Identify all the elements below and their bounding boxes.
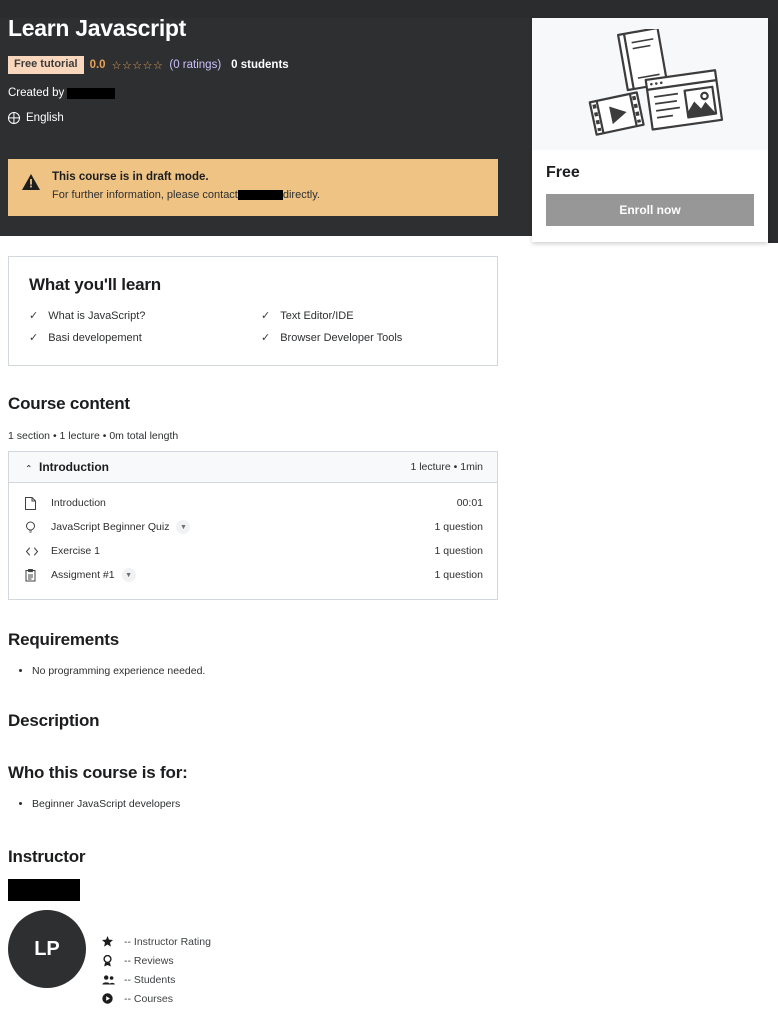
instructor-stats: -- Instructor Rating -- Reviews -- Stude… [102,910,211,1008]
lecture-title: Introduction [51,497,106,509]
lecture-title: JavaScript Beginner Quiz [51,521,170,533]
course-price: Free [546,164,580,181]
course-content-heading: Course content [8,394,130,413]
lecture-question-count: 1 question [434,521,483,533]
language-label: English [26,112,64,124]
lecture-title-wrap: JavaScript Beginner Quiz ▼ [51,520,191,534]
who-this-course-is-for-list: Beginner JavaScript developers [8,795,498,813]
enroll-now-button[interactable]: Enroll now [546,194,754,226]
star-rating-icon: ☆☆☆☆☆ [111,59,164,72]
draft-message-before: For further information, please contact [52,189,238,201]
instructor-stat-reviews: -- Reviews [102,951,211,970]
instructor-stat-students: -- Students [102,970,211,989]
chevron-down-icon[interactable]: ▼ [121,568,136,582]
draft-banner-texts: This course is in draft mode. For furthe… [52,171,320,201]
curriculum-accordion: ⌄ Introduction 1 lecture • 1min Introduc… [8,451,498,600]
course-content-summary: 1 section • 1 lecture • 0m total length [8,430,179,442]
instructor-profile: LP -- Instructor Rating -- Reviews -- St… [8,910,498,1008]
learn-item-label: What is JavaScript? [48,310,146,322]
main-content: What you'll learn ✓ What is JavaScript? … [8,256,498,1024]
instructor-heading: Instructor [8,847,86,866]
instructor-name-redacted [8,879,80,901]
creator-name-redacted [67,87,116,99]
list-item: Beginner JavaScript developers [32,795,498,813]
clipboard-icon [25,568,51,582]
what-you-will-learn-box: What you'll learn ✓ What is JavaScript? … [8,256,498,366]
code-brackets-icon [25,546,51,557]
requirements-heading: Requirements [8,630,119,649]
draft-message-after: directly. [282,189,320,201]
learn-item-label: Basi developement [48,332,142,344]
check-icon: ✓ [261,310,271,322]
ratings-count-link[interactable]: (0 ratings) [169,59,221,71]
enroll-card: Free Enroll now [532,18,768,242]
section-title: Introduction [39,460,109,474]
instructor-stat-label: -- Reviews [124,954,174,967]
instructor-stat-label: -- Students [124,973,176,986]
lecture-row[interactable]: JavaScript Beginner Quiz ▼ 1 question [25,515,483,539]
chevron-up-icon: ⌄ [25,462,33,473]
draft-mode-banner: This course is in draft mode. For furthe… [8,159,498,216]
learn-item: ✓ Browser Developer Tools [261,331,477,345]
course-media-illustration [532,18,768,150]
what-you-will-learn-heading: What you'll learn [29,275,161,294]
instructor-stat-label: -- Instructor Rating [124,935,211,948]
lecture-title: Exercise 1 [51,545,101,557]
lecture-title: Assigment #1 [51,569,115,581]
enroll-card-body: Free Enroll now [532,150,768,226]
star-icon [102,936,120,947]
instructor-stat-rating: -- Instructor Rating [102,932,211,951]
rating-value: 0.0 [89,59,106,71]
course-header-content: Learn Javascript Free tutorial 0.0 ☆☆☆☆☆… [8,14,508,124]
check-icon: ✓ [261,332,271,344]
list-item: No programming experience needed. [32,662,498,680]
right-edge-rail [768,0,778,243]
check-icon: ✓ [29,310,39,322]
lecture-row[interactable]: Introduction 00:01 [25,491,483,515]
people-icon [102,974,120,985]
course-landing-page: Learn Javascript Free tutorial 0.0 ☆☆☆☆☆… [0,0,778,1024]
award-ribbon-icon [102,954,120,967]
check-icon: ✓ [29,332,39,344]
play-circle-icon [102,993,120,1004]
section-lecture-list: Introduction 00:01 JavaScript Beginner Q… [9,483,497,599]
lecture-title-wrap: Exercise 1 [51,545,100,557]
free-tutorial-badge: Free tutorial [8,56,84,74]
lecture-title-wrap: Introduction [51,497,106,509]
learn-item-label: Text Editor/IDE [280,310,354,322]
lecture-question-count: 1 question [434,545,483,557]
students-count: 0 students [231,59,289,71]
instructor-stat-label: -- Courses [124,992,174,1005]
learn-item: ✓ What is JavaScript? [29,309,245,323]
draft-banner-title: This course is in draft mode. [52,171,209,183]
page-title: Learn Javascript [8,15,187,41]
what-you-will-learn-grid: ✓ What is JavaScript? ✓ Text Editor/IDE … [29,309,477,345]
description-heading: Description [8,711,100,730]
chevron-down-icon[interactable]: ▼ [176,520,191,534]
learn-item-label: Browser Developer Tools [280,332,403,344]
lecture-row[interactable]: Exercise 1 1 question [25,539,483,563]
language-row: English [8,112,508,124]
section-header-introduction[interactable]: ⌄ Introduction 1 lecture • 1min [9,452,497,483]
draft-banner-message: For further information, please contact … [52,189,320,201]
quiz-lightbulb-icon [25,521,51,534]
course-meta-row: Free tutorial 0.0 ☆☆☆☆☆ (0 ratings) 0 st… [8,56,508,74]
contact-name-redacted [237,190,283,200]
created-by-label: Created by [8,87,65,99]
learn-item: ✓ Text Editor/IDE [261,309,477,323]
lecture-title-wrap: Assigment #1 ▼ [51,568,136,582]
lecture-duration: 00:01 [456,497,483,509]
warning-icon [22,174,42,195]
instructor-stat-courses: -- Courses [102,989,211,1008]
learn-item: ✓ Basi developement [29,331,245,345]
lecture-row[interactable]: Assigment #1 ▼ 1 question [25,563,483,587]
avatar: LP [8,910,86,988]
section-meta: 1 lecture • 1min [410,461,483,473]
requirements-list: No programming experience needed. [8,662,498,680]
document-icon [25,496,51,510]
created-by-row: Created by [8,87,508,99]
globe-icon [8,112,20,124]
who-this-course-is-for-heading: Who this course is for: [8,763,188,782]
lecture-question-count: 1 question [434,569,483,581]
